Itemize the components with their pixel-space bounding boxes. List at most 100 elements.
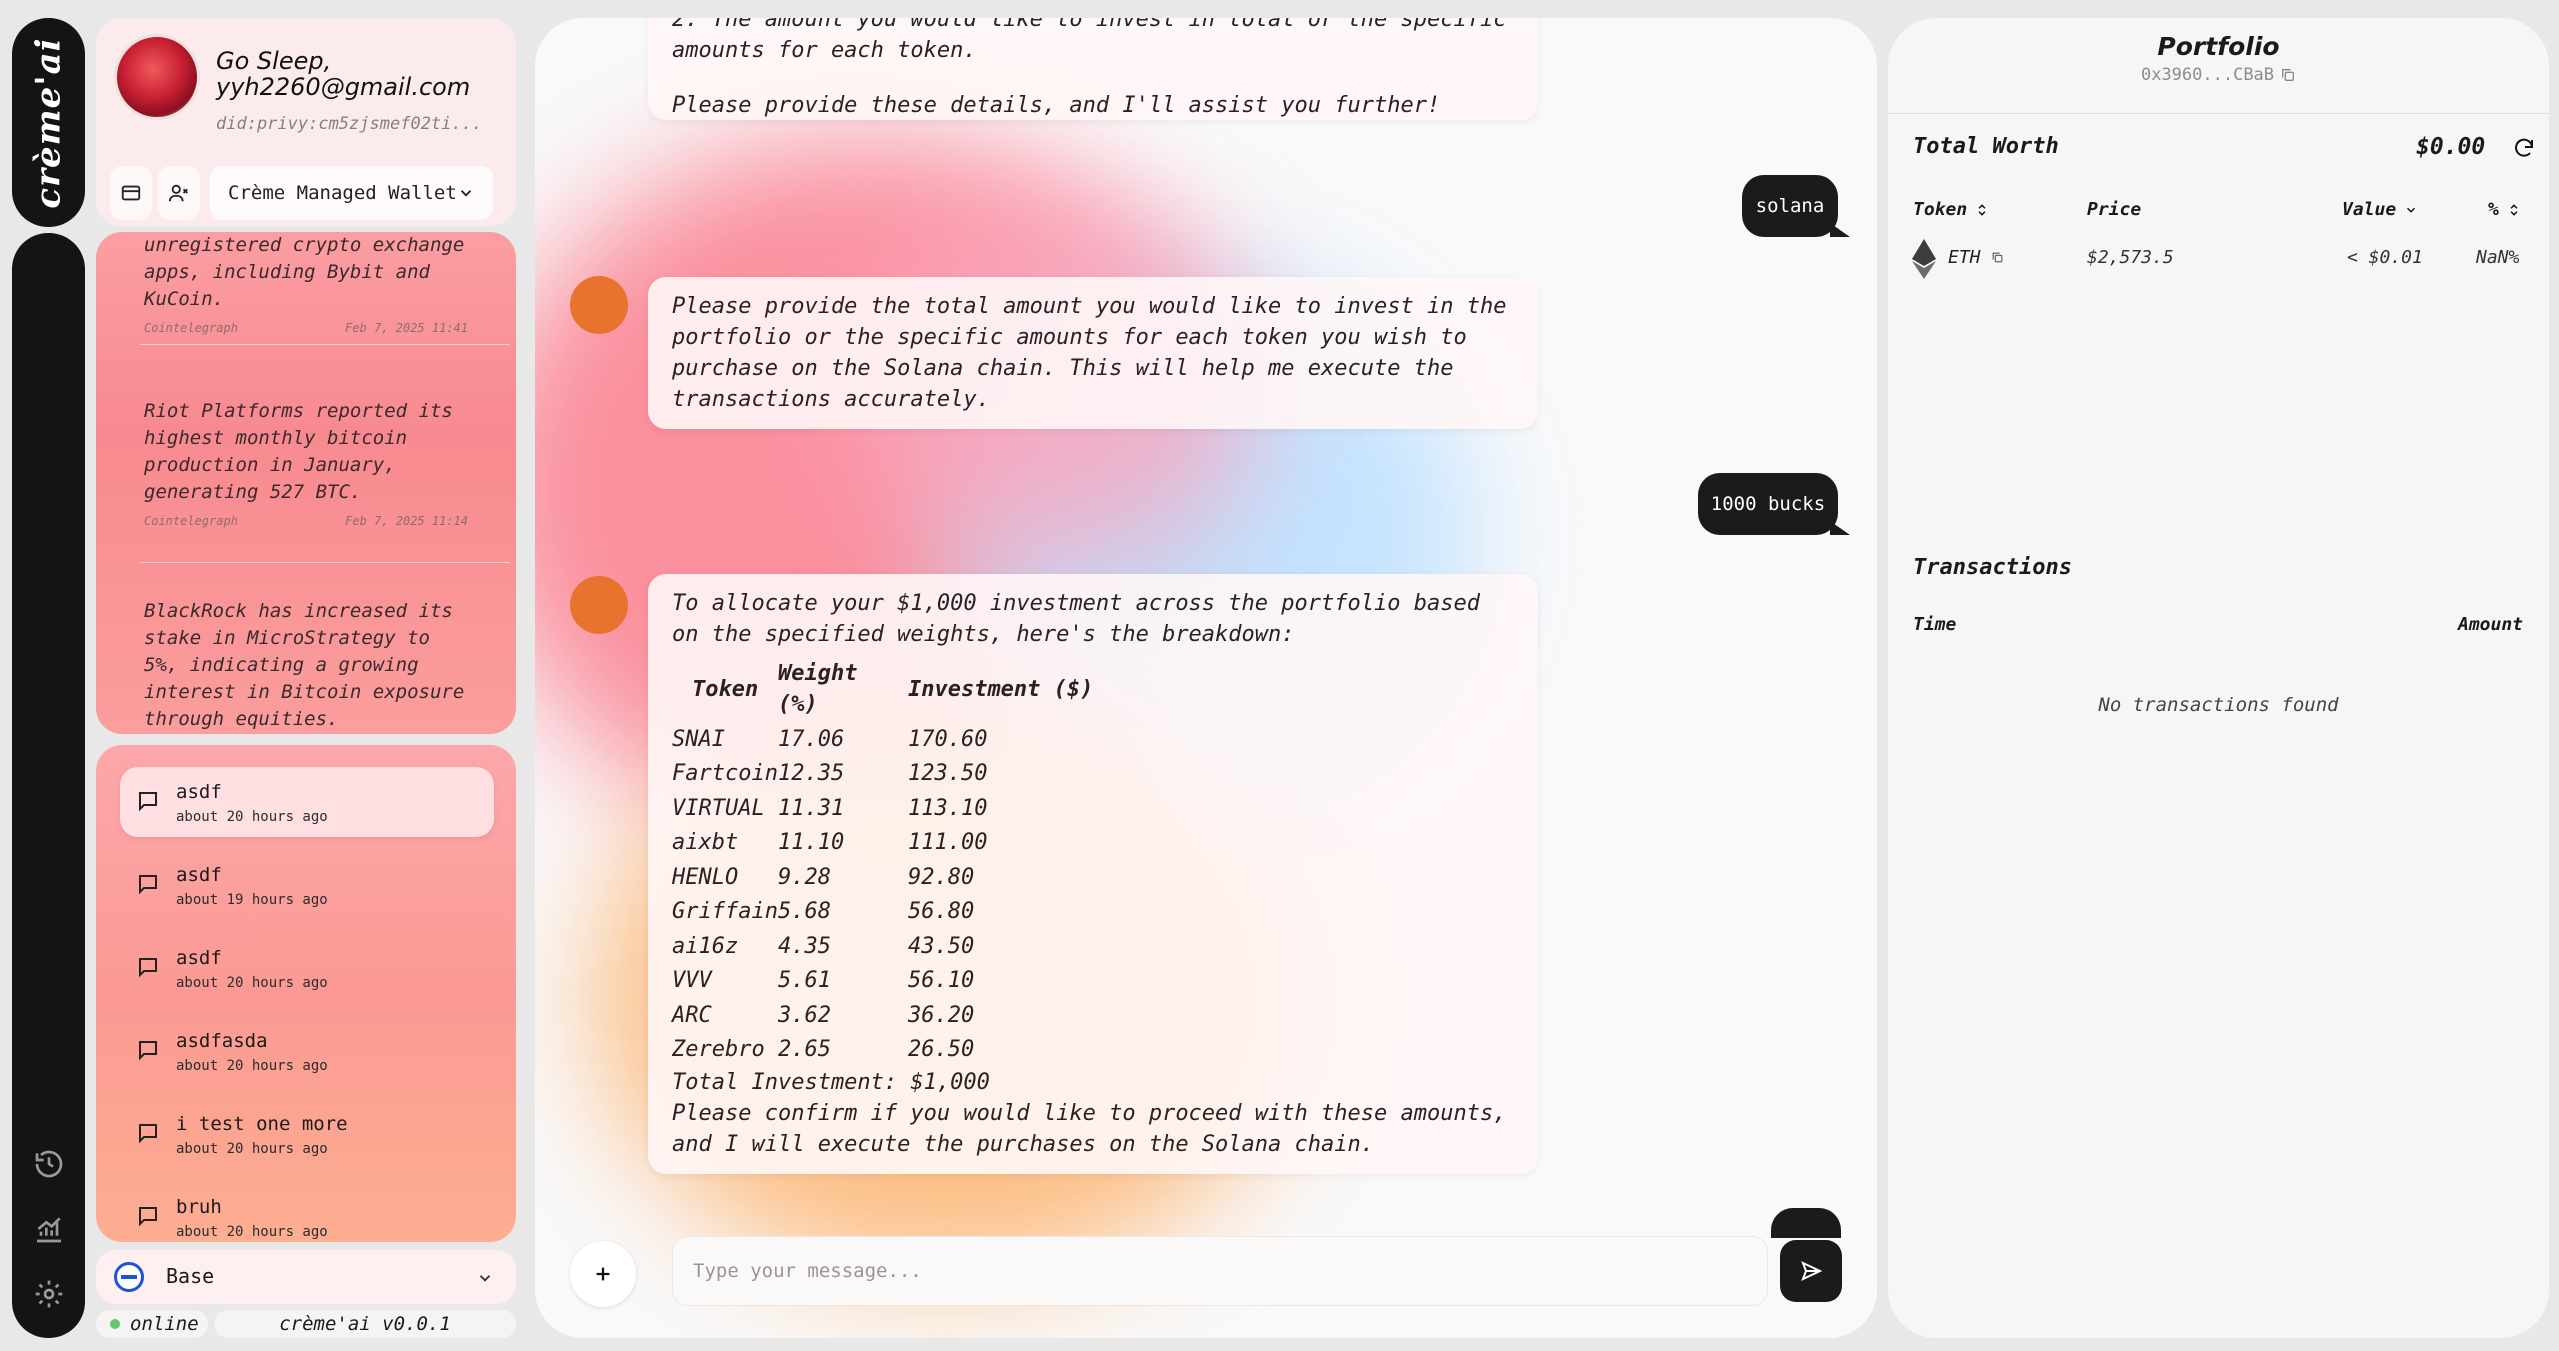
user-x-icon <box>168 184 188 202</box>
divider <box>140 344 510 345</box>
table-cell: HENLO <box>672 864 739 890</box>
gear-icon[interactable] <box>32 1277 66 1311</box>
profile-name-text: Go Sleep, <box>216 47 332 75</box>
chat-history-item[interactable]: i test one more about 20 hours ago <box>120 1099 516 1169</box>
table-row: ARC 3.62 36.20 <box>672 998 1093 1033</box>
logo-rail: crème'ai <box>12 18 85 227</box>
chat-history-title: bruh <box>176 1196 222 1218</box>
assistant-message: 2. The amount you would like to invest i… <box>648 18 1538 120</box>
token-cell: ETH <box>1948 247 2004 268</box>
column-header: Weight (%) <box>777 661 858 717</box>
news-feed[interactable]: unregistered crypto exchange apps, inclu… <box>96 232 516 734</box>
chat-history-title: asdfasda <box>176 1030 268 1052</box>
table-cell: Zerebro <box>672 1037 765 1063</box>
chat-history-item[interactable]: asdf about 20 hours ago <box>120 933 516 1003</box>
plus-icon <box>596 1267 610 1281</box>
chart-icon[interactable] <box>32 1212 66 1246</box>
table-cell: 56.80 <box>907 899 975 925</box>
column-header-label: Value <box>2342 199 2397 220</box>
percent-cell: NaN% <box>2476 247 2520 268</box>
message-square-icon <box>139 875 157 895</box>
token-column-header[interactable]: Token <box>1913 199 1989 220</box>
profile-did: did:privy:cm5zjsmef02ti... <box>216 114 483 134</box>
send-button[interactable] <box>1780 1240 1842 1302</box>
copy-icon[interactable] <box>2280 67 2296 83</box>
wallet-card-button[interactable] <box>110 166 152 220</box>
table-cell: Fartcoin <box>672 761 778 787</box>
copy-icon[interactable] <box>1991 251 2004 264</box>
table-cell: 11.31 <box>777 795 845 821</box>
chat-history-time: about 20 hours ago <box>176 975 328 991</box>
eth-icon <box>1912 239 1936 279</box>
refresh-icon[interactable] <box>2512 136 2536 160</box>
chat-history-item[interactable]: asdf about 20 hours ago <box>120 767 494 837</box>
news-item[interactable]: Riot Platforms reported its highest mont… <box>96 398 516 528</box>
network-label: Base <box>166 1264 215 1288</box>
message-text: Please provide the total amount you woul… <box>672 294 1507 412</box>
news-item[interactable]: BlackRock has increased its stake in Mic… <box>96 598 516 733</box>
message-square-icon <box>139 958 157 978</box>
network-select[interactable]: Base <box>96 1250 516 1304</box>
value-column-header[interactable]: Value <box>2342 199 2418 220</box>
column-header: Token <box>692 676 759 702</box>
total-worth-value: $0.00 <box>2416 134 2486 160</box>
table-cell: VVV <box>672 968 712 994</box>
chat-history-list[interactable]: asdf about 20 hours ago asdf about 19 ho… <box>96 745 516 1242</box>
version-badge: crème'ai v0.0.1 <box>214 1310 516 1338</box>
message-text: To allocate your $1,000 investment acros… <box>672 591 1480 647</box>
price-cell: $2,573.5 <box>2087 247 2174 268</box>
news-source: Cointelegraph <box>144 514 238 528</box>
table-cell: 12.35 <box>777 761 845 787</box>
assistant-message: To allocate your $1,000 investment acros… <box>648 574 1538 1174</box>
portfolio-title: Portfolio <box>2157 32 2280 61</box>
portfolio-panel: Portfolio 0x3960...CBaB Total Worth $0.0… <box>1888 18 2549 1338</box>
message-text: 2. The amount you would like to invest i… <box>672 18 1507 32</box>
table-cell: 3.62 <box>777 1002 831 1028</box>
chat-history-time: about 20 hours ago <box>176 1224 328 1240</box>
message-square-icon <box>139 1207 157 1227</box>
table-row: Zerebro 2.65 26.50 <box>672 1033 1093 1068</box>
user-message: 1000 bucks <box>1698 473 1850 535</box>
table-cell: 170.60 <box>907 726 988 752</box>
table-cell: 4.35 <box>777 933 831 959</box>
credit-card-icon <box>121 185 141 201</box>
user-message: solana <box>1742 175 1850 237</box>
status-text: online <box>130 1313 199 1335</box>
add-attachment-button[interactable] <box>570 1241 636 1307</box>
message-input[interactable] <box>672 1236 1768 1306</box>
column-header: Investment ($) <box>907 676 1094 702</box>
percent-column-header[interactable]: % <box>2488 199 2521 220</box>
chevron-down-icon <box>2407 207 2416 213</box>
history-icon[interactable] <box>32 1147 66 1181</box>
logout-button[interactable] <box>158 166 200 220</box>
message-text: Please confirm if you would like to proc… <box>672 1101 1507 1157</box>
profile-name: Go Sleep, yyh2260@gmail.com <box>216 48 506 100</box>
table-cell: 11.10 <box>777 830 845 856</box>
avatar[interactable] <box>114 34 200 120</box>
news-item[interactable]: unregistered crypto exchange apps, inclu… <box>96 232 516 335</box>
table-row: VVV 5.61 56.10 <box>672 964 1093 999</box>
wallet-address-text: 0x3960...CBaB <box>2140 65 2275 85</box>
total-worth-label: Total Worth <box>1913 134 2059 159</box>
table-cell: 43.50 <box>907 933 975 959</box>
sort-icon <box>2510 203 2518 216</box>
portfolio-header: Portfolio 0x3960...CBaB <box>1888 18 2549 108</box>
chat-history-item[interactable]: bruh about 20 hours ago <box>120 1182 516 1242</box>
profile-email: yyh2260@gmail.com <box>216 73 471 101</box>
chat-history-item[interactable]: asdfasda about 20 hours ago <box>120 1016 516 1086</box>
assistant-message: Please provide the total amount you woul… <box>648 277 1538 429</box>
wallet-select-label: Crème Managed Wallet <box>228 182 457 204</box>
table-row: Fartcoin 12.35 123.50 <box>672 757 1093 792</box>
message-square-icon <box>139 792 157 812</box>
table-row: ai16z 4.35 43.50 <box>672 929 1093 964</box>
wallet-select[interactable]: Crème Managed Wallet <box>210 166 493 220</box>
divider <box>1888 113 2549 114</box>
table-row: HENLO 9.28 92.80 <box>672 860 1093 895</box>
news-top-edge <box>96 232 516 236</box>
price-column-header: Price <box>2087 199 2141 220</box>
news-text: unregistered crypto exchange apps, inclu… <box>144 234 465 310</box>
table-row: Griffain 5.68 56.80 <box>672 895 1093 930</box>
value-cell: < $0.01 <box>2347 247 2423 268</box>
amount-column-header: Amount <box>2458 614 2524 635</box>
chat-history-item[interactable]: asdf about 19 hours ago <box>120 850 516 920</box>
